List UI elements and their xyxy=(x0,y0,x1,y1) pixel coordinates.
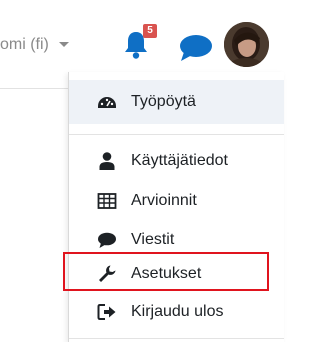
menu-item-logout[interactable]: Kirjaudu ulos xyxy=(69,290,284,334)
menu-item-dashboard[interactable]: Työpöytä xyxy=(69,80,284,124)
menu-item-grades[interactable]: Arvioinnit xyxy=(69,179,284,223)
notification-count-badge: 5 xyxy=(143,24,157,38)
menu-item-label: Käyttäjätiedot xyxy=(131,152,228,169)
menu-item-label: Asetukset xyxy=(131,265,202,282)
menu-divider xyxy=(69,134,284,135)
menu-item-label: Arvioinnit xyxy=(131,192,197,209)
menu-divider xyxy=(69,338,284,339)
menu-item-label: Työpöytä xyxy=(131,93,196,110)
user-avatar[interactable] xyxy=(224,22,269,67)
user-icon xyxy=(99,152,115,170)
wrench-icon xyxy=(99,265,116,282)
chevron-down-icon xyxy=(59,42,70,48)
user-dropdown-menu: Työpöytä Käyttäjätiedot Arvioinnit Viest… xyxy=(63,72,284,342)
chat-icon[interactable] xyxy=(178,34,214,62)
dashboard-icon xyxy=(98,97,116,108)
menu-item-profile[interactable]: Käyttäjätiedot xyxy=(69,139,284,183)
menu-item-label: Kirjaudu ulos xyxy=(131,303,224,320)
language-label: omi (fi) xyxy=(0,36,49,53)
language-selector[interactable]: omi (fi) xyxy=(0,36,70,54)
grades-table-icon xyxy=(97,193,117,209)
logout-icon xyxy=(97,304,116,320)
message-icon xyxy=(98,232,116,248)
menu-item-label: Viestit xyxy=(131,231,175,248)
